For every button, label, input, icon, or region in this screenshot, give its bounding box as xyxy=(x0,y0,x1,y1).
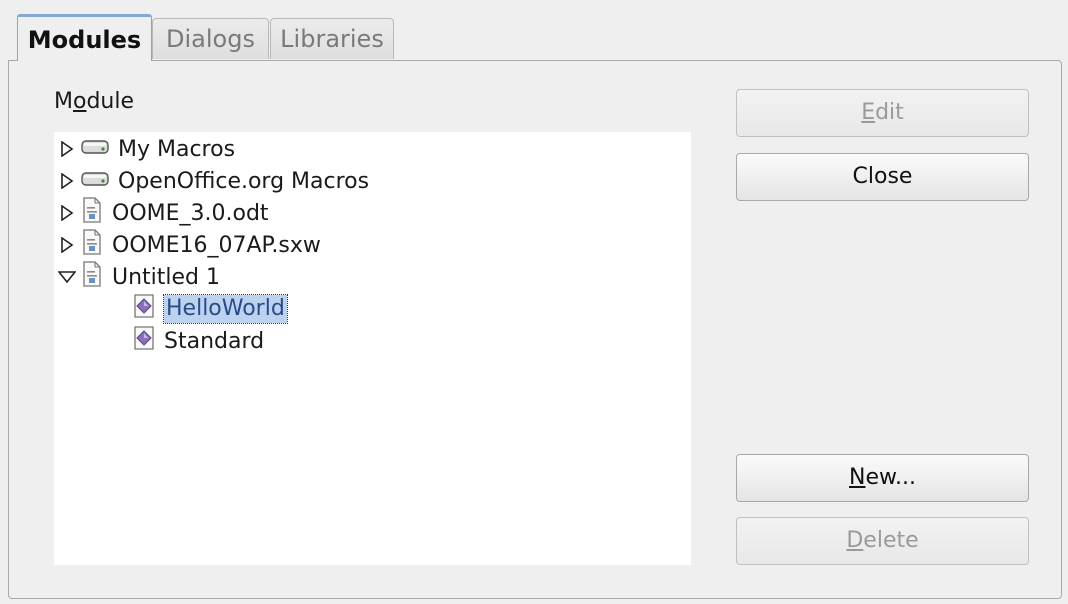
edit-button[interactable]: Edit xyxy=(736,89,1029,137)
document-icon xyxy=(80,196,104,230)
tab-libraries-label: Libraries xyxy=(280,25,384,53)
new-button[interactable]: New... xyxy=(736,454,1029,502)
tab-dialogs-label: Dialogs xyxy=(166,25,255,53)
drive-icon xyxy=(80,167,110,195)
tree-item-openoffice-macros[interactable]: OpenOffice.org Macros xyxy=(54,165,369,197)
document-icon xyxy=(80,228,104,262)
tab-modules-label: Modules xyxy=(27,26,142,54)
new-button-label: New... xyxy=(849,465,916,490)
tree-item-helloworld[interactable]: HelloWorld xyxy=(132,292,288,326)
tree-item-my-macros[interactable]: My Macros xyxy=(54,133,235,165)
tree-item-label: OOME_3.0.odt xyxy=(112,200,269,226)
expander-collapsed-icon[interactable] xyxy=(54,197,80,229)
expander-collapsed-icon[interactable] xyxy=(54,229,80,261)
tree-item-label: Untitled 1 xyxy=(112,264,221,290)
close-button-label: Close xyxy=(852,164,913,189)
module-tree[interactable]: My Macros OpenOffice.org Macros OOME_3.0… xyxy=(54,132,691,565)
tab-libraries[interactable]: Libraries xyxy=(270,18,394,59)
delete-button-label: Delete xyxy=(846,528,919,553)
close-button[interactable]: Close xyxy=(736,153,1029,201)
document-icon xyxy=(80,260,104,294)
drive-icon xyxy=(80,135,110,163)
tree-item-label: OOME16_07AP.sxw xyxy=(112,232,321,258)
tree-item-standard[interactable]: Standard xyxy=(132,325,264,357)
tree-item-oome-3-odt[interactable]: OOME_3.0.odt xyxy=(54,197,269,229)
tree-item-untitled-1[interactable]: Untitled 1 xyxy=(54,261,220,293)
tree-item-oome16-sxw[interactable]: OOME16_07AP.sxw xyxy=(54,229,321,261)
module-icon xyxy=(132,324,156,358)
module-label: Module xyxy=(54,89,134,114)
module-label-text: Module xyxy=(54,89,135,114)
tree-item-label: My Macros xyxy=(118,136,236,162)
expander-expanded-icon[interactable] xyxy=(54,261,80,293)
tab-modules[interactable]: Modules xyxy=(17,14,152,61)
expander-collapsed-icon[interactable] xyxy=(54,165,80,197)
delete-button[interactable]: Delete xyxy=(736,517,1029,565)
expander-collapsed-icon[interactable] xyxy=(54,133,80,165)
tree-item-label: Standard xyxy=(164,328,265,354)
module-icon xyxy=(132,292,156,326)
tree-item-label-selected: HelloWorld xyxy=(163,294,288,324)
tab-dialogs[interactable]: Dialogs xyxy=(152,18,269,59)
edit-button-label: Edit xyxy=(861,100,904,125)
tree-item-label: OpenOffice.org Macros xyxy=(118,168,370,194)
